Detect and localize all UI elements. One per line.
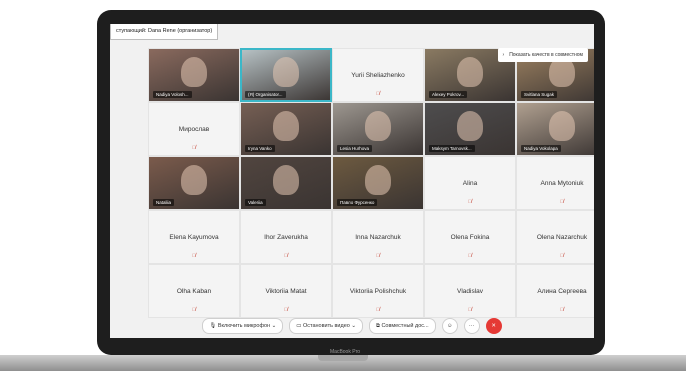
participant-tile[interactable]: Nadiya Volosh... [148, 48, 240, 102]
participant-name: Anna Mytoniuk [540, 179, 584, 187]
muted-mic-icon: 🎙̸ [468, 253, 472, 259]
participant-tile[interactable]: Nataliia [148, 156, 240, 210]
muted-mic-icon: 🎙̸ [192, 307, 196, 313]
participant-name: Olena Nazarchuk [536, 233, 588, 241]
participant-name: Inna Nazarchuk [355, 233, 401, 241]
participant-video-feed [549, 111, 575, 141]
participant-tile[interactable]: Yurii Sheliazhenko 🎙̸ [332, 48, 424, 102]
participant-name: Мирослав [178, 125, 210, 133]
participant-tile[interactable]: Алина Сергеева 🎙̸ [516, 264, 594, 318]
participant-name-label: Maksym Tarnovsk... [429, 145, 475, 152]
muted-mic-icon: 🎙̸ [560, 253, 564, 259]
video-conference-screen: ступающий: Dana Rene (организатор) › Пока… [110, 24, 594, 338]
participant-tile[interactable]: Alina 🎙̸ [424, 156, 516, 210]
participant-grid: Nadiya Volosh... (Я) Organisator... Yurii … [148, 48, 594, 318]
participant-name-label: Alexey Pokrov... [429, 91, 468, 98]
muted-mic-icon: 🎙̸ [468, 307, 472, 313]
participant-video-feed [273, 57, 299, 87]
muted-mic-icon: 🎙̸ [560, 199, 564, 205]
share-screen-label: Совместный дос... [381, 323, 429, 329]
participant-name-label: Павло Фурсенко [337, 199, 378, 206]
participant-name: Viktoriia Matat [265, 287, 307, 295]
participant-tile[interactable]: Olha Kaban 🎙̸ [148, 264, 240, 318]
muted-mic-icon: 🎙̸ [192, 145, 196, 151]
participant-video-feed [457, 111, 483, 141]
reactions-button[interactable]: ☺ [441, 318, 458, 334]
muted-mic-icon: 🎙̸ [468, 199, 472, 205]
muted-mic-icon: 🎙̸ [376, 91, 380, 97]
participant-name: Yurii Sheliazhenko [351, 71, 405, 79]
participant-tile[interactable]: Olena Nazarchuk 🎙̸ [516, 210, 594, 264]
participant-tile[interactable]: Iryna Vanko [240, 102, 332, 156]
mic-toggle-label: Включить микрофон [217, 323, 271, 329]
participant-name-label: Nadiya Volosh... [153, 91, 192, 98]
participant-name: Alina [462, 179, 478, 187]
participant-tile[interactable]: Inna Nazarchuk 🎙̸ [332, 210, 424, 264]
participant-tile[interactable]: Viktoriia Matat 🎙̸ [240, 264, 332, 318]
muted-mic-icon: 🎙̸ [560, 307, 564, 313]
participant-name: Olha Kaban [176, 287, 212, 295]
participant-video-feed [181, 57, 207, 87]
mic-toggle-button[interactable]: 🎙 Включить микрофон ⌄ [202, 318, 284, 334]
more-icon: ··· [468, 323, 475, 329]
participant-video-feed [365, 111, 391, 141]
laptop-notch [318, 355, 368, 361]
participant-tile[interactable]: Valeriia [240, 156, 332, 210]
participant-name: Olena Fokina [450, 233, 490, 241]
participant-tile[interactable]: Nadiya Vokolapa [516, 102, 594, 156]
participant-name-label: Svitlana Sugak [521, 91, 558, 98]
participant-name: Vladislav [456, 287, 483, 295]
muted-mic-icon: 🎙̸ [376, 307, 380, 313]
participant-name-label: Lesia Hurhova [337, 145, 373, 152]
participant-video-feed [273, 165, 299, 195]
camera-icon: ▭ [296, 323, 302, 329]
muted-mic-icon: 🎙̸ [284, 253, 288, 259]
notice-text: Показать качеств в совместном [509, 52, 583, 58]
participant-name-label: (Я) Organisator... [245, 91, 286, 98]
participant-tile[interactable]: Anna Mytoniuk 🎙̸ [516, 156, 594, 210]
participant-video-feed [457, 57, 483, 87]
participant-tile[interactable]: Maksym Tarnovsk... [424, 102, 516, 156]
muted-mic-icon: 🎙̸ [376, 253, 380, 259]
muted-mic-icon: 🎙̸ [192, 253, 196, 259]
participant-tile[interactable]: Elena Kayumova 🎙̸ [148, 210, 240, 264]
quality-notice[interactable]: › Показать качеств в совместном [497, 48, 588, 62]
participant-tile[interactable]: Viktoriia Polishchuk 🎙̸ [332, 264, 424, 318]
active-speaker-text: ступающий: Dana Rene (организатор) [116, 28, 213, 34]
participant-tile[interactable]: Lesia Hurhova [332, 102, 424, 156]
end-call-icon: ✕ [491, 323, 496, 329]
participant-video-feed [181, 165, 207, 195]
participant-tile[interactable]: Ihor Zaverukha 🎙̸ [240, 210, 332, 264]
participant-name: Ihor Zaverukha [264, 233, 308, 241]
more-options-button[interactable]: ··· [463, 318, 480, 334]
participant-name: Elena Kayumova [169, 233, 219, 241]
active-speaker-bar: ступающий: Dana Rene (организатор) [110, 24, 219, 40]
participant-tile[interactable]: Vladislav 🎙̸ [424, 264, 516, 318]
mic-dropdown-icon[interactable]: ⌄ [272, 323, 277, 329]
participant-name: Алина Сергеева [537, 287, 587, 295]
video-dropdown-icon[interactable]: ⌄ [351, 323, 356, 329]
video-toggle-button[interactable]: ▭ Остановить видео ⌄ [289, 318, 363, 334]
emoji-icon: ☺ [446, 323, 453, 329]
participant-video-feed [273, 111, 299, 141]
participant-tile[interactable]: Мирослав 🎙̸ [148, 102, 240, 156]
participant-tile[interactable]: Olena Fokina 🎙̸ [424, 210, 516, 264]
participant-tile[interactable]: Павло Фурсенко [332, 156, 424, 210]
meeting-toolbar: 🎙 Включить микрофон ⌄ ▭ Остановить видео… [110, 318, 594, 334]
share-icon: ⧉ [375, 323, 380, 329]
mic-icon: 🎙 [209, 323, 217, 329]
participant-name-label: Valeriia [245, 199, 266, 206]
notice-arrow-icon: › [502, 52, 505, 58]
participant-tile[interactable]: (Я) Organisator... [240, 48, 332, 102]
participant-name-label: Iryna Vanko [245, 145, 275, 152]
participant-name-label: Nadiya Vokolapa [521, 145, 561, 152]
muted-mic-icon: 🎙̸ [284, 307, 288, 313]
video-toggle-label: Остановить видео [302, 323, 350, 329]
share-screen-button[interactable]: ⧉ Совместный дос... [368, 318, 436, 334]
participant-video-feed [365, 165, 391, 195]
participant-name-label: Nataliia [153, 199, 175, 206]
end-call-button[interactable]: ✕ [485, 318, 502, 334]
laptop-brand: MacBook Pro [330, 349, 361, 355]
participant-name: Viktoriia Polishchuk [349, 287, 407, 295]
